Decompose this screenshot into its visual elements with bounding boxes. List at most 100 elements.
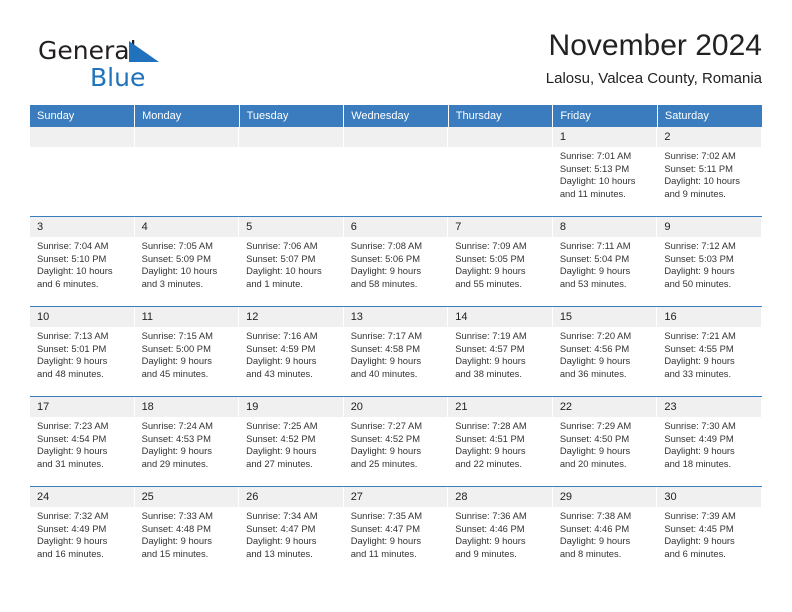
sun-info-line: Sunrise: 7:24 AM (141, 420, 213, 431)
sun-info-line: Daylight: 9 hours (37, 535, 108, 547)
day-cell[interactable]: 19 Sunrise: 7:25 AM Sunset: 4:52 PM Dayligh… (239, 397, 344, 486)
day-cell[interactable]: 29 Sunrise: 7:38 AM Sunset: 4:46 PM Dayligh… (552, 487, 658, 576)
sun-info-line: Daylight: 9 hours (664, 445, 735, 457)
sun-info-line: Sunset: 5:03 PM (664, 252, 734, 264)
empty-day-cell (134, 127, 240, 216)
sun-info-line: Sunrise: 7:27 AM (350, 420, 423, 431)
day-cell[interactable]: 5 Sunrise: 7:06 AM Sunset: 5:07 PM Daylight… (239, 217, 344, 306)
sun-info-line: Sunset: 4:49 PM (37, 522, 107, 534)
weekday-header-saturday: Saturday (657, 105, 762, 127)
day-cell[interactable]: 1 Sunrise: 7:01 AM Sunset: 5:13 PM Daylight… (552, 127, 658, 216)
day-number (30, 127, 134, 147)
day-number: 15 (552, 307, 657, 327)
sun-info-line: Sunset: 5:04 PM (559, 252, 630, 264)
sun-info-line: Sunrise: 7:28 AM (455, 420, 527, 431)
sun-info: Sunrise: 7:20 AM Sunset: 4:56 PM Daylight:… (553, 327, 657, 380)
calendar-week-row: 1 Sunrise: 7:01 AM Sunset: 5:13 PM Daylight… (30, 127, 762, 217)
page-title: November 2024 (548, 29, 762, 62)
day-number: 2 (657, 127, 761, 147)
sun-info: Sunrise: 7:16 AM Sunset: 4:59 PM Daylight:… (239, 327, 343, 380)
calendar-cell (30, 127, 135, 217)
sun-info-line: Daylight: 9 hours (664, 535, 735, 547)
calendar-cell: 21 Sunrise: 7:28 AM Sunset: 4:51 PM Dayligh… (448, 396, 553, 487)
calendar-cell (448, 127, 553, 217)
sun-info-line: and 1 minute. (246, 277, 303, 289)
day-cell[interactable]: 20 Sunrise: 7:27 AM Sunset: 4:52 PM Dayligh… (343, 397, 449, 486)
calendar-cell: 14 Sunrise: 7:19 AM Sunset: 4:57 PM Dayligh… (448, 306, 553, 397)
day-cell[interactable]: 11 Sunrise: 7:15 AM Sunset: 5:00 PM Dayligh… (134, 307, 240, 396)
day-cell[interactable]: 25 Sunrise: 7:33 AM Sunset: 4:48 PM Dayligh… (134, 487, 240, 576)
day-number (343, 127, 448, 147)
calendar-cell: 7 Sunrise: 7:09 AM Sunset: 5:05 PM Daylight… (448, 216, 553, 307)
day-cell[interactable]: 24 Sunrise: 7:32 AM Sunset: 4:49 PM Dayligh… (30, 487, 135, 576)
sun-info-line: Sunrise: 7:23 AM (37, 420, 109, 431)
sun-info-line: Daylight: 9 hours (37, 355, 108, 367)
sun-info-line: Sunset: 5:13 PM (559, 162, 630, 174)
sun-info-line: and 13 minutes. (246, 547, 313, 559)
day-cell[interactable]: 8 Sunrise: 7:11 AM Sunset: 5:04 PM Daylight… (552, 217, 658, 306)
day-cell[interactable]: 18 Sunrise: 7:24 AM Sunset: 4:53 PM Dayligh… (134, 397, 240, 486)
day-cell[interactable]: 28 Sunrise: 7:36 AM Sunset: 4:46 PM Dayligh… (448, 487, 553, 576)
calendar-cell: 25 Sunrise: 7:33 AM Sunset: 4:48 PM Dayligh… (134, 486, 240, 576)
day-cell[interactable]: 4 Sunrise: 7:05 AM Sunset: 5:09 PM Daylight… (134, 217, 240, 306)
logo-text-general: General (38, 36, 137, 65)
day-cell[interactable]: 30 Sunrise: 7:39 AM Sunset: 4:45 PM Dayligh… (657, 487, 762, 576)
general-blue-logo[interactable]: General Blue (30, 32, 230, 92)
day-cell[interactable]: 13 Sunrise: 7:17 AM Sunset: 4:58 PM Dayligh… (343, 307, 449, 396)
weekday-header-thursday: Thursday (448, 105, 554, 127)
day-cell[interactable]: 7 Sunrise: 7:09 AM Sunset: 5:05 PM Daylight… (448, 217, 553, 306)
calendar-week-row: 3 Sunrise: 7:04 AM Sunset: 5:10 PM Daylight… (30, 216, 762, 307)
calendar-cell: 3 Sunrise: 7:04 AM Sunset: 5:10 PM Daylight… (30, 216, 135, 307)
sun-info-line: and 31 minutes. (37, 457, 104, 469)
day-cell[interactable]: 10 Sunrise: 7:13 AM Sunset: 5:01 PM Dayligh… (30, 307, 135, 396)
sun-info-line: and 40 minutes. (350, 367, 418, 379)
sun-info-line: Sunset: 5:11 PM (664, 162, 733, 174)
day-cell[interactable]: 16 Sunrise: 7:21 AM Sunset: 4:55 PM Dayligh… (657, 307, 762, 396)
sun-info-line: Sunrise: 7:06 AM (246, 240, 318, 251)
day-cell[interactable]: 21 Sunrise: 7:28 AM Sunset: 4:51 PM Dayligh… (448, 397, 553, 486)
sun-info-line: and 3 minutes. (141, 277, 204, 289)
sun-info: Sunrise: 7:32 AM Sunset: 4:49 PM Daylight:… (30, 507, 134, 560)
calendar-cell (134, 127, 240, 217)
weekday-header-wednesday: Wednesday (343, 105, 449, 127)
day-cell[interactable]: 9 Sunrise: 7:12 AM Sunset: 5:03 PM Daylight… (657, 217, 762, 306)
sun-info-line: and 45 minutes. (141, 367, 209, 379)
day-cell[interactable]: 6 Sunrise: 7:08 AM Sunset: 5:06 PM Daylight… (343, 217, 449, 306)
sun-info-line: and 33 minutes. (664, 367, 732, 379)
day-cell[interactable]: 3 Sunrise: 7:04 AM Sunset: 5:10 PM Daylight… (30, 217, 135, 306)
day-cell[interactable]: 23 Sunrise: 7:30 AM Sunset: 4:49 PM Dayligh… (657, 397, 762, 486)
sun-info-line: Daylight: 10 hours (141, 265, 218, 277)
sun-info-line: Daylight: 9 hours (37, 445, 108, 457)
sun-info-line: Sunset: 4:46 PM (559, 522, 630, 534)
sun-info-line: Sunset: 4:58 PM (350, 342, 420, 354)
day-cell[interactable]: 14 Sunrise: 7:19 AM Sunset: 4:57 PM Dayligh… (448, 307, 553, 396)
empty-day-cell (239, 127, 344, 216)
day-cell[interactable]: 22 Sunrise: 7:29 AM Sunset: 4:50 PM Dayligh… (552, 397, 658, 486)
sun-info-line: Sunrise: 7:17 AM (350, 330, 423, 341)
day-cell[interactable]: 27 Sunrise: 7:35 AM Sunset: 4:47 PM Dayligh… (343, 487, 449, 576)
sun-info-line: Sunrise: 7:04 AM (37, 240, 109, 251)
sun-info-line: Daylight: 10 hours (559, 175, 636, 187)
day-number: 14 (448, 307, 552, 327)
day-cell[interactable]: 17 Sunrise: 7:23 AM Sunset: 4:54 PM Dayligh… (30, 397, 135, 486)
day-cell[interactable]: 12 Sunrise: 7:16 AM Sunset: 4:59 PM Dayligh… (239, 307, 344, 396)
sun-info-line: Daylight: 9 hours (141, 445, 212, 457)
day-number: 20 (343, 397, 448, 417)
sun-info-line: Sunset: 5:06 PM (350, 252, 420, 264)
page-subtitle: Lalosu, Valcea County, Romania (545, 70, 762, 87)
day-cell[interactable]: 2 Sunrise: 7:02 AM Sunset: 5:11 PM Daylight… (657, 127, 762, 216)
day-number: 28 (448, 487, 552, 507)
sun-info-line: Daylight: 10 hours (246, 265, 322, 277)
day-cell[interactable]: 26 Sunrise: 7:34 AM Sunset: 4:47 PM Dayligh… (239, 487, 344, 576)
sun-info-line: Sunset: 5:07 PM (246, 252, 316, 264)
sun-info: Sunrise: 7:12 AM Sunset: 5:03 PM Daylight:… (657, 237, 761, 290)
empty-day-cell (448, 127, 553, 216)
day-number: 22 (552, 397, 657, 417)
sun-info: Sunrise: 7:17 AM Sunset: 4:58 PM Daylight:… (344, 327, 448, 380)
sun-info-line: Sunrise: 7:13 AM (37, 330, 109, 341)
day-cell[interactable]: 15 Sunrise: 7:20 AM Sunset: 4:56 PM Dayligh… (552, 307, 658, 396)
sun-info-line: Sunset: 4:50 PM (559, 432, 630, 444)
day-number: 30 (657, 487, 761, 507)
day-number: 24 (30, 487, 134, 507)
day-number (134, 127, 239, 147)
